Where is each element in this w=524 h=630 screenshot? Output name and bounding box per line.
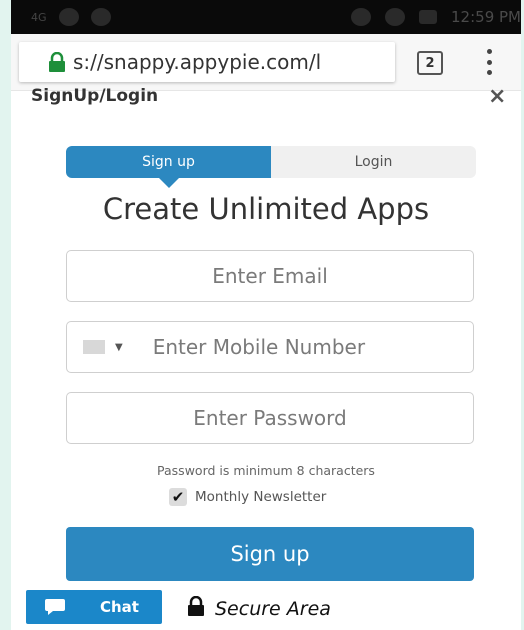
wifi-icon [385,8,406,26]
tab-login[interactable]: Login [271,146,476,178]
modal-title: SignUp/Login [31,86,159,106]
chat-button[interactable]: Chat [26,590,162,624]
status-bar: 4G 12:59 PM [11,0,521,34]
country-dropdown-icon[interactable]: ▼ [115,342,123,353]
password-placeholder: Enter Password [193,406,347,430]
url-text: s://snappy.appypie.com/l [73,50,322,74]
address-bar[interactable]: s://snappy.appypie.com/l [19,42,395,82]
mobile-field[interactable]: ▼ Enter Mobile Number [66,321,474,373]
chat-label: Chat [100,598,139,616]
close-icon[interactable]: × [488,84,506,109]
headset-icon [351,8,372,26]
password-hint: Password is minimum 8 characters [157,463,375,478]
newsletter-option[interactable]: ✔ Monthly Newsletter [169,488,326,506]
whatsapp-icon [58,8,79,26]
secure-lock-icon [47,52,67,72]
auth-tabs: Sign up Login [66,146,476,188]
email-field[interactable]: Enter Email [66,250,474,302]
country-flag-icon[interactable] [83,340,105,354]
tab-switcher-button[interactable]: 2 [417,51,443,75]
secure-area-label: Secure Area [215,597,331,620]
phone-screen: 4G 12:59 PM s://snappy.appypie.com/l 2 S… [11,0,521,630]
password-field[interactable]: Enter Password [66,392,474,444]
secure-area: Secure Area [187,595,331,621]
signal-indicator: 4G [31,10,47,24]
newsletter-label: Monthly Newsletter [195,489,327,505]
email-placeholder: Enter Email [212,264,328,288]
signup-button[interactable]: Sign up [66,527,474,581]
battery-icon [419,10,438,24]
form-heading: Create Unlimited Apps [102,192,430,226]
clock: 12:59 PM [451,8,521,26]
menu-icon[interactable] [485,49,493,75]
newsletter-checkbox[interactable]: ✔ [169,488,187,506]
browser-toolbar: s://snappy.appypie.com/l 2 [11,34,521,91]
messenger-icon [90,8,111,26]
lock-icon [187,595,205,621]
tab-signup[interactable]: Sign up [66,146,271,188]
chat-bubble-icon [44,598,66,616]
mobile-placeholder: Enter Mobile Number [152,335,366,359]
